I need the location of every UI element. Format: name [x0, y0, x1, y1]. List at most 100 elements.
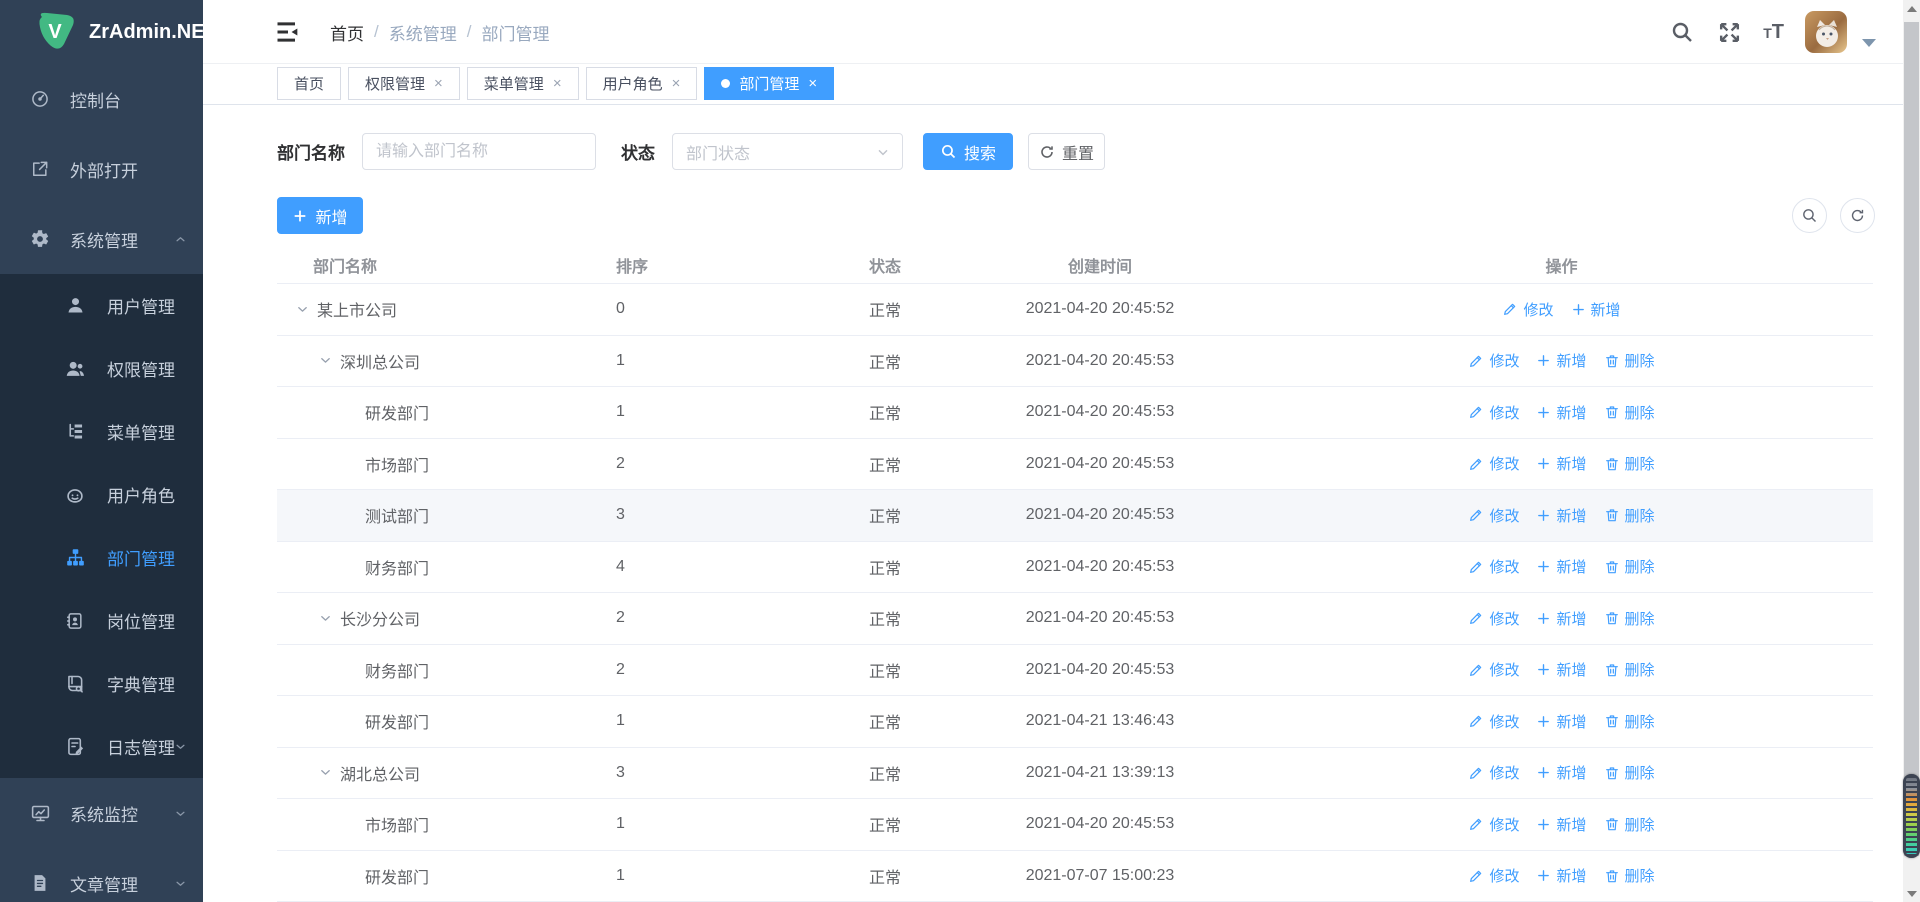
status-cell: 正常 [820, 606, 950, 630]
font-size-icon[interactable]: TT [1763, 21, 1784, 44]
close-icon[interactable]: × [553, 76, 562, 91]
dept-name-cell: 深圳总公司 [277, 349, 590, 373]
scrollbar-down-arrow[interactable] [1903, 885, 1920, 902]
add-action-link[interactable]: 新增 [1536, 556, 1586, 577]
add-button-label: 新增 [315, 204, 347, 228]
order-cell: 1 [590, 352, 820, 370]
breadcrumb-item: 系统管理 [389, 20, 457, 45]
main-area: 首页/系统管理/部门管理 TT [203, 0, 1903, 902]
tab-部门管理[interactable]: 部门管理× [704, 67, 834, 100]
delete-action-link[interactable]: 删除 [1604, 402, 1655, 423]
actions-cell: 修改新增删除 [1250, 608, 1873, 629]
table-row: 市场部门1正常2021-04-20 20:45:53修改新增删除 [277, 799, 1873, 851]
reset-button[interactable]: 重置 [1028, 133, 1105, 170]
dept-name-input[interactable] [362, 133, 596, 170]
delete-action-link[interactable]: 删除 [1604, 608, 1655, 629]
delete-action-link[interactable]: 删除 [1604, 762, 1655, 783]
dept-name: 财务部门 [365, 658, 429, 682]
sidebar-collapse-icon[interactable] [274, 17, 304, 47]
edit-action-link[interactable]: 修改 [1468, 505, 1519, 526]
tab-用户角色[interactable]: 用户角色× [586, 67, 698, 100]
sidebar-item-system-management[interactable]: 系统管理 [0, 204, 203, 274]
delete-action-link[interactable]: 删除 [1604, 556, 1655, 577]
edit-action-link[interactable]: 修改 [1468, 608, 1519, 629]
add-action-link[interactable]: 新增 [1536, 711, 1586, 732]
tab-首页[interactable]: 首页 [277, 67, 341, 100]
sidebar-item-user-roles[interactable]: 用户角色 [0, 463, 203, 526]
page-scrollbar[interactable] [1903, 0, 1920, 902]
sidebar-item-dictionary-management[interactable]: 字典管理 [0, 652, 203, 715]
edit-action-link[interactable]: 修改 [1468, 659, 1519, 680]
edit-action-link[interactable]: 修改 [1468, 453, 1519, 474]
refresh-table-button[interactable] [1840, 198, 1875, 233]
add-action-link[interactable]: 新增 [1536, 762, 1586, 783]
app-logo[interactable]: V ZrAdmin.NET [0, 0, 203, 64]
app-logo-icon: V [33, 11, 77, 53]
sidebar-item-menu-management[interactable]: 菜单管理 [0, 400, 203, 463]
close-icon[interactable]: × [808, 76, 817, 91]
edit-action-link[interactable]: 修改 [1468, 711, 1519, 732]
table-row: 测试部门3正常2021-04-20 20:45:53修改新增删除 [277, 490, 1873, 542]
search-button[interactable]: 搜索 [923, 133, 1013, 170]
add-action-link[interactable]: 新增 [1536, 608, 1586, 629]
trash-icon [1604, 713, 1620, 729]
edit-action-link[interactable]: 修改 [1468, 402, 1519, 423]
tree-expand-icon[interactable] [318, 765, 340, 780]
delete-action-link[interactable]: 删除 [1604, 865, 1655, 886]
action-label: 新增 [1556, 556, 1586, 577]
edit-action-link[interactable]: 修改 [1468, 350, 1519, 371]
delete-action-link[interactable]: 删除 [1604, 453, 1655, 474]
edit-action-link[interactable]: 修改 [1468, 865, 1519, 886]
sidebar-item-position-management[interactable]: 岗位管理 [0, 589, 203, 652]
delete-action-link[interactable]: 删除 [1604, 659, 1655, 680]
add-button[interactable]: 新增 [277, 197, 363, 234]
action-label: 删除 [1625, 350, 1655, 371]
sidebar-item-user-management[interactable]: 用户管理 [0, 274, 203, 337]
delete-action-link[interactable]: 删除 [1604, 505, 1655, 526]
active-tab-dot [721, 79, 730, 88]
edit-icon [1468, 559, 1484, 575]
delete-action-link[interactable]: 删除 [1604, 711, 1655, 732]
sidebar-item-dashboard[interactable]: 控制台 [0, 64, 203, 134]
sidebar-item-department-management[interactable]: 部门管理 [0, 526, 203, 589]
close-icon[interactable]: × [434, 76, 443, 91]
edit-action-link[interactable]: 修改 [1468, 762, 1519, 783]
fullscreen-icon[interactable] [1716, 19, 1742, 45]
tree-expand-icon[interactable] [295, 302, 317, 317]
sidebar-item-article-management[interactable]: 文章管理 [0, 848, 203, 902]
edit-action-link[interactable]: 修改 [1502, 299, 1553, 320]
breadcrumb-item[interactable]: 首页 [330, 20, 364, 45]
edit-action-link[interactable]: 修改 [1468, 556, 1519, 577]
scrollbar-thumb[interactable] [1904, 22, 1919, 856]
sidebar-item-external-open[interactable]: 外部打开 [0, 134, 203, 204]
tree-expand-icon[interactable] [318, 611, 340, 626]
search-icon[interactable] [1669, 19, 1695, 45]
add-action-link[interactable]: 新增 [1536, 814, 1586, 835]
action-label: 修改 [1489, 762, 1519, 783]
dept-name-cell: 测试部门 [277, 503, 590, 527]
plus-icon [1536, 765, 1551, 780]
sidebar-item-log-management[interactable]: 日志管理 [0, 715, 203, 778]
created-time-cell: 2021-04-20 20:45:53 [950, 609, 1250, 627]
edit-action-link[interactable]: 修改 [1468, 814, 1519, 835]
sidebar-item-system-monitor[interactable]: 系统监控 [0, 778, 203, 848]
delete-action-link[interactable]: 删除 [1604, 350, 1655, 371]
add-action-link[interactable]: 新增 [1536, 659, 1586, 680]
show-search-button[interactable] [1792, 198, 1827, 233]
add-action-link[interactable]: 新增 [1536, 453, 1586, 474]
tab-权限管理[interactable]: 权限管理× [348, 67, 460, 100]
delete-action-link[interactable]: 删除 [1604, 814, 1655, 835]
status-select[interactable]: 部门状态 [672, 133, 903, 170]
user-menu-caret-icon[interactable] [1862, 39, 1876, 47]
add-action-link[interactable]: 新增 [1536, 505, 1586, 526]
tree-expand-icon[interactable] [318, 353, 340, 368]
sidebar-item-permission-management[interactable]: 权限管理 [0, 337, 203, 400]
close-icon[interactable]: × [672, 76, 681, 91]
avatar[interactable] [1805, 11, 1847, 53]
add-action-link[interactable]: 新增 [1571, 299, 1621, 320]
add-action-link[interactable]: 新增 [1536, 402, 1586, 423]
scrollbar-up-arrow[interactable] [1903, 0, 1920, 17]
tab-菜单管理[interactable]: 菜单管理× [467, 67, 579, 100]
add-action-link[interactable]: 新增 [1536, 865, 1586, 886]
add-action-link[interactable]: 新增 [1536, 350, 1586, 371]
